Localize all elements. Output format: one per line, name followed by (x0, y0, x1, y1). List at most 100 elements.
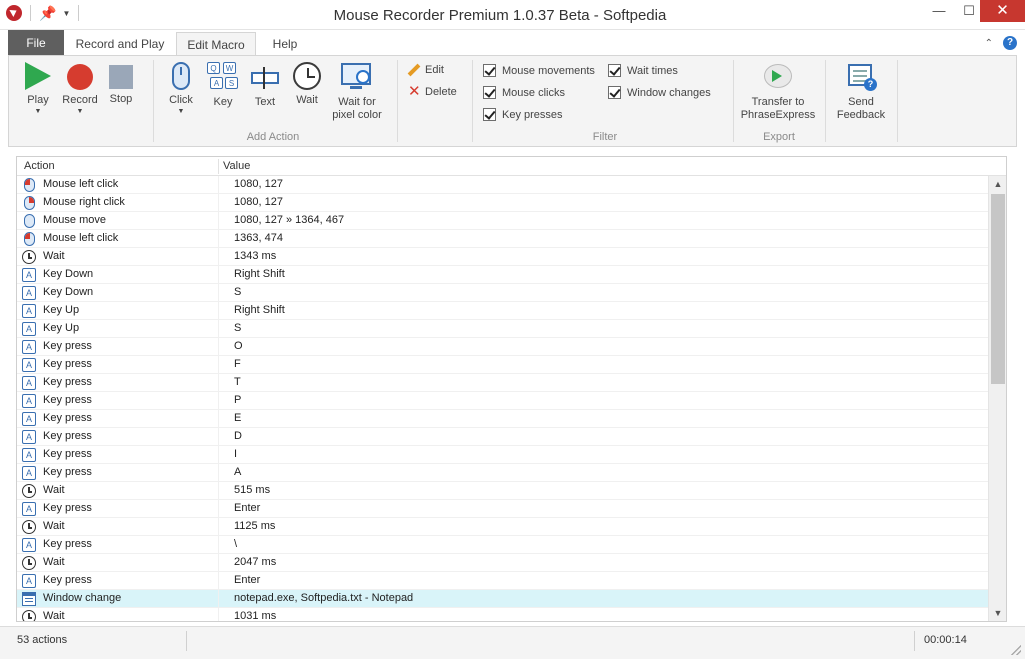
play-label: Play (27, 94, 49, 106)
play-dropdown-icon[interactable]: ▼ (23, 107, 53, 116)
column-header-value[interactable]: Value (223, 160, 250, 172)
table-row[interactable]: A Key press I (17, 446, 988, 464)
table-row[interactable]: Wait 1125 ms (17, 518, 988, 536)
cell-separator (218, 536, 219, 554)
filter-key-presses-checkbox[interactable]: Key presses (483, 108, 563, 121)
transfer-label-1: Transfer to (751, 96, 805, 108)
table-row[interactable]: A Key press D (17, 428, 988, 446)
key-button[interactable]: Q W A S Key (207, 62, 239, 109)
table-row[interactable]: Wait 2047 ms (17, 554, 988, 572)
clock-icon (22, 484, 36, 498)
delete-button[interactable]: ✕ Delete (408, 83, 457, 100)
scroll-up-icon[interactable]: ▲ (989, 176, 1006, 193)
tab-edit-macro[interactable]: Edit Macro (176, 32, 256, 57)
group-separator (472, 60, 473, 142)
table-row[interactable]: A Key press Enter (17, 572, 988, 590)
key-icon: A (22, 394, 36, 408)
table-row[interactable]: A Key press \ (17, 536, 988, 554)
tab-record-and-play[interactable]: Record and Play (66, 32, 174, 56)
row-action: Key press (43, 376, 92, 388)
tab-help[interactable]: Help (258, 32, 312, 56)
row-action: Key press (43, 538, 92, 550)
row-value: 1080, 127 » 1364, 467 (234, 214, 345, 226)
filter-window-changes-checkbox[interactable]: Window changes (608, 86, 711, 99)
row-value: 515 ms (234, 484, 271, 496)
macro-actions-table[interactable]: Action Value Mouse left click 1080, 127 Mo… (16, 156, 1007, 622)
row-action: Key press (43, 448, 92, 460)
table-row[interactable]: Wait 515 ms (17, 482, 988, 500)
click-dropdown-icon[interactable]: ▼ (165, 107, 197, 116)
row-action: Key Down (43, 268, 94, 280)
filter-mouse-movements-checkbox[interactable]: Mouse movements (483, 64, 595, 77)
table-row[interactable]: Window change notepad.exe, Softpedia.txt … (17, 590, 988, 608)
wait-for-pixel-color-button[interactable]: Wait for pixel color (329, 62, 385, 122)
mouse-left-icon (24, 232, 35, 246)
cell-separator (218, 230, 219, 248)
minimize-button[interactable]: — (924, 0, 954, 22)
table-row[interactable]: A Key press E (17, 410, 988, 428)
checkbox-checked-icon (483, 86, 496, 99)
record-label: Record (62, 94, 98, 106)
record-button[interactable]: Record ▼ (60, 62, 100, 116)
filter-group-label: Filter (592, 131, 618, 143)
table-row[interactable]: Wait 1343 ms (17, 248, 988, 266)
send-feedback-button[interactable]: ? Send Feedback (833, 62, 889, 122)
table-row[interactable]: A Key press T (17, 374, 988, 392)
transfer-to-phraseexpress-button[interactable]: Transfer to PhraseExpress (740, 62, 816, 122)
cell-separator (218, 554, 219, 572)
scrollbar-thumb[interactable] (991, 194, 1005, 384)
checkbox-checked-icon (483, 108, 496, 121)
key-icon: A (22, 502, 36, 516)
table-row[interactable]: Mouse move 1080, 127 » 1364, 467 (17, 212, 988, 230)
row-action: Mouse move (43, 214, 106, 226)
table-row[interactable]: Mouse left click 1080, 127 (17, 176, 988, 194)
send-feedback-label-2: Feedback (836, 109, 886, 121)
resize-grip-icon[interactable] (1011, 645, 1021, 655)
stop-label: Stop (109, 93, 133, 105)
record-icon (67, 64, 93, 90)
wait-label: Wait (296, 94, 318, 106)
row-action: Key Down (43, 286, 94, 298)
table-row[interactable]: Wait 1031 ms (17, 608, 988, 621)
vertical-scrollbar[interactable]: ▲ ▼ (988, 176, 1006, 621)
pencil-icon (408, 64, 420, 76)
status-bar: 53 actions 00:00:14 (0, 626, 1025, 659)
edit-label: Edit (425, 64, 444, 76)
scroll-down-icon[interactable]: ▼ (989, 605, 1006, 621)
table-row[interactable]: Mouse right click 1080, 127 (17, 194, 988, 212)
close-button[interactable]: ✕ (980, 0, 1025, 22)
row-action: Wait (43, 250, 65, 262)
key-icon: A (22, 430, 36, 444)
table-row[interactable]: A Key press Enter (17, 500, 988, 518)
table-row[interactable]: A Key Up S (17, 320, 988, 338)
help-icon[interactable]: ? (1003, 36, 1017, 50)
table-row[interactable]: A Key Down Right Shift (17, 266, 988, 284)
filter-mouse-movements-label: Mouse movements (502, 64, 595, 77)
column-header-action[interactable]: Action (24, 160, 55, 172)
edit-button[interactable]: Edit (408, 64, 444, 76)
click-button[interactable]: Click ▼ (165, 62, 197, 116)
collapse-ribbon-icon[interactable]: ⌃ (985, 38, 993, 49)
wait-button[interactable]: Wait (291, 62, 323, 107)
column-separator[interactable] (218, 159, 219, 174)
transfer-icon (762, 62, 794, 92)
tab-file[interactable]: File (8, 30, 64, 56)
table-row[interactable]: A Key press P (17, 392, 988, 410)
row-action: Window change (43, 592, 122, 604)
play-button[interactable]: Play ▼ (23, 62, 53, 116)
filter-wait-times-checkbox[interactable]: Wait times (608, 64, 678, 77)
table-row[interactable]: Mouse left click 1363, 474 (17, 230, 988, 248)
stop-button[interactable]: Stop (106, 62, 136, 106)
table-row[interactable]: A Key press A (17, 464, 988, 482)
filter-mouse-clicks-checkbox[interactable]: Mouse clicks (483, 86, 565, 99)
key-icon: A (22, 304, 36, 318)
table-row[interactable]: A Key press O (17, 338, 988, 356)
table-row[interactable]: A Key press F (17, 356, 988, 374)
table-row[interactable]: A Key Up Right Shift (17, 302, 988, 320)
delete-label: Delete (425, 86, 457, 98)
title-bar: 📌 ▼ Mouse Recorder Premium 1.0.37 Beta -… (0, 0, 1025, 30)
delete-icon: ✕ (408, 83, 421, 100)
text-button[interactable]: Text (249, 62, 281, 109)
record-dropdown-icon[interactable]: ▼ (60, 107, 100, 116)
table-row[interactable]: A Key Down S (17, 284, 988, 302)
